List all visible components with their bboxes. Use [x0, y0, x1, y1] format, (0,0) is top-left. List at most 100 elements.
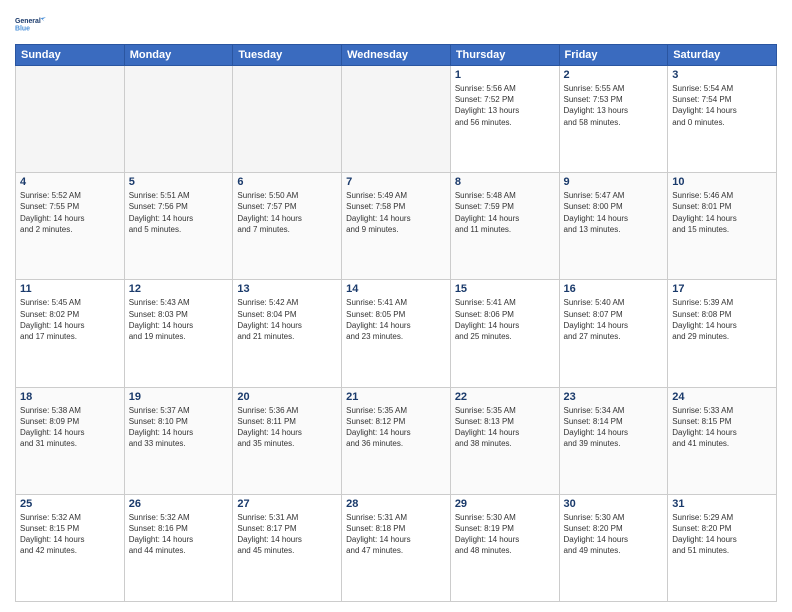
weekday-header-saturday: Saturday: [668, 45, 777, 66]
calendar-cell: [124, 66, 233, 173]
day-number: 6: [237, 176, 337, 188]
day-number: 16: [564, 283, 664, 295]
day-info: Sunrise: 5:32 AM Sunset: 8:15 PM Dayligh…: [20, 512, 120, 557]
day-number: 13: [237, 283, 337, 295]
day-number: 29: [455, 498, 555, 510]
weekday-header-wednesday: Wednesday: [342, 45, 451, 66]
calendar-cell: 17 Sunrise: 5:39 AM Sunset: 8:08 PM Dayli…: [668, 280, 777, 387]
day-number: 2: [564, 69, 664, 81]
day-info: Sunrise: 5:56 AM Sunset: 7:52 PM Dayligh…: [455, 83, 555, 128]
day-info: Sunrise: 5:48 AM Sunset: 7:59 PM Dayligh…: [455, 190, 555, 235]
calendar-cell: 22Sunrise: 5:35 AM Sunset: 8:13 PM Dayli…: [450, 387, 559, 494]
day-number: 25: [20, 498, 120, 510]
day-number: 31: [672, 498, 772, 510]
day-info: Sunrise: 5:52 AM Sunset: 7:55 PM Dayligh…: [20, 190, 120, 235]
day-info: Sunrise: 5:46 AM Sunset: 8:01 PM Dayligh…: [672, 190, 772, 235]
day-number: 21: [346, 391, 446, 403]
calendar-cell: 21 Sunrise: 5:35 AM Sunset: 8:12 PM Dayli…: [342, 387, 451, 494]
calendar-cell: [233, 66, 342, 173]
calendar-cell: 19Sunrise: 5:37 AM Sunset: 8:10 PM Dayli…: [124, 387, 233, 494]
day-number: 9: [564, 176, 664, 188]
calendar-cell: 14Sunrise: 5:41 AM Sunset: 8:05 PM Dayli…: [342, 280, 451, 387]
day-number: 20: [237, 391, 337, 403]
calendar-cell: 4 Sunrise: 5:52 AM Sunset: 7:55 PM Daylig…: [16, 173, 125, 280]
day-info: Sunrise: 5:43 AM Sunset: 8:03 PM Dayligh…: [129, 297, 229, 342]
calendar-cell: [16, 66, 125, 173]
calendar-cell: 5 Sunrise: 5:51 AM Sunset: 7:56 PM Daylig…: [124, 173, 233, 280]
day-number: 23: [564, 391, 664, 403]
calendar-cell: 3Sunrise: 5:54 AM Sunset: 7:54 PM Daylig…: [668, 66, 777, 173]
weekday-header-monday: Monday: [124, 45, 233, 66]
day-number: 14: [346, 283, 446, 295]
day-number: 10: [672, 176, 772, 188]
logo: GeneralBlue: [15, 10, 47, 38]
day-number: 8: [455, 176, 555, 188]
svg-text:General: General: [15, 18, 41, 25]
day-info: Sunrise: 5:40 AM Sunset: 8:07 PM Dayligh…: [564, 297, 664, 342]
calendar-cell: 20 Sunrise: 5:36 AM Sunset: 8:11 PM Dayli…: [233, 387, 342, 494]
day-info: Sunrise: 5:49 AM Sunset: 7:58 PM Dayligh…: [346, 190, 446, 235]
day-info: Sunrise: 5:30 AM Sunset: 8:20 PM Dayligh…: [564, 512, 664, 557]
day-info: Sunrise: 5:55 AM Sunset: 7:53 PM Dayligh…: [564, 83, 664, 128]
day-number: 24: [672, 391, 772, 403]
day-info: Sunrise: 5:33 AM Sunset: 8:15 PM Dayligh…: [672, 405, 772, 450]
calendar-cell: 8 Sunrise: 5:48 AM Sunset: 7:59 PM Daylig…: [450, 173, 559, 280]
svg-text:Blue: Blue: [15, 25, 30, 32]
week-row-2: 4 Sunrise: 5:52 AM Sunset: 7:55 PM Daylig…: [16, 173, 777, 280]
calendar-cell: 25 Sunrise: 5:32 AM Sunset: 8:15 PM Dayli…: [16, 494, 125, 601]
day-number: 15: [455, 283, 555, 295]
calendar-cell: 13 Sunrise: 5:42 AM Sunset: 8:04 PM Dayli…: [233, 280, 342, 387]
week-row-1: 1 Sunrise: 5:56 AM Sunset: 7:52 PM Daylig…: [16, 66, 777, 173]
day-info: Sunrise: 5:34 AM Sunset: 8:14 PM Dayligh…: [564, 405, 664, 450]
calendar-cell: 26Sunrise: 5:32 AM Sunset: 8:16 PM Dayli…: [124, 494, 233, 601]
calendar-cell: 1 Sunrise: 5:56 AM Sunset: 7:52 PM Daylig…: [450, 66, 559, 173]
day-number: 1: [455, 69, 555, 81]
calendar-cell: 23 Sunrise: 5:34 AM Sunset: 8:14 PM Dayli…: [559, 387, 668, 494]
day-info: Sunrise: 5:50 AM Sunset: 7:57 PM Dayligh…: [237, 190, 337, 235]
week-row-4: 18 Sunrise: 5:38 AM Sunset: 8:09 PM Dayli…: [16, 387, 777, 494]
calendar-cell: 16 Sunrise: 5:40 AM Sunset: 8:07 PM Dayli…: [559, 280, 668, 387]
calendar-cell: 24 Sunrise: 5:33 AM Sunset: 8:15 PM Dayli…: [668, 387, 777, 494]
day-info: Sunrise: 5:51 AM Sunset: 7:56 PM Dayligh…: [129, 190, 229, 235]
day-number: 18: [20, 391, 120, 403]
calendar-cell: 27 Sunrise: 5:31 AM Sunset: 8:17 PM Dayli…: [233, 494, 342, 601]
calendar-cell: 11Sunrise: 5:45 AM Sunset: 8:02 PM Dayli…: [16, 280, 125, 387]
day-number: 12: [129, 283, 229, 295]
day-info: Sunrise: 5:31 AM Sunset: 8:17 PM Dayligh…: [237, 512, 337, 557]
day-info: Sunrise: 5:47 AM Sunset: 8:00 PM Dayligh…: [564, 190, 664, 235]
calendar-cell: 10 Sunrise: 5:46 AM Sunset: 8:01 PM Dayli…: [668, 173, 777, 280]
day-info: Sunrise: 5:42 AM Sunset: 8:04 PM Dayligh…: [237, 297, 337, 342]
calendar-cell: 18 Sunrise: 5:38 AM Sunset: 8:09 PM Dayli…: [16, 387, 125, 494]
weekday-header-row: SundayMondayTuesdayWednesdayThursdayFrid…: [16, 45, 777, 66]
day-info: Sunrise: 5:35 AM Sunset: 8:12 PM Dayligh…: [346, 405, 446, 450]
day-number: 30: [564, 498, 664, 510]
day-number: 7: [346, 176, 446, 188]
day-number: 11: [20, 283, 120, 295]
logo-icon: GeneralBlue: [15, 10, 47, 38]
day-info: Sunrise: 5:32 AM Sunset: 8:16 PM Dayligh…: [129, 512, 229, 557]
day-info: Sunrise: 5:29 AM Sunset: 8:20 PM Dayligh…: [672, 512, 772, 557]
calendar-cell: 9 Sunrise: 5:47 AM Sunset: 8:00 PM Daylig…: [559, 173, 668, 280]
calendar-cell: 12 Sunrise: 5:43 AM Sunset: 8:03 PM Dayli…: [124, 280, 233, 387]
calendar-cell: 29Sunrise: 5:30 AM Sunset: 8:19 PM Dayli…: [450, 494, 559, 601]
calendar-cell: [342, 66, 451, 173]
day-info: Sunrise: 5:39 AM Sunset: 8:08 PM Dayligh…: [672, 297, 772, 342]
calendar-cell: 15Sunrise: 5:41 AM Sunset: 8:06 PM Dayli…: [450, 280, 559, 387]
weekday-header-sunday: Sunday: [16, 45, 125, 66]
day-number: 3: [672, 69, 772, 81]
week-row-5: 25 Sunrise: 5:32 AM Sunset: 8:15 PM Dayli…: [16, 494, 777, 601]
calendar-cell: 7 Sunrise: 5:49 AM Sunset: 7:58 PM Daylig…: [342, 173, 451, 280]
day-info: Sunrise: 5:36 AM Sunset: 8:11 PM Dayligh…: [237, 405, 337, 450]
day-number: 27: [237, 498, 337, 510]
day-info: Sunrise: 5:38 AM Sunset: 8:09 PM Dayligh…: [20, 405, 120, 450]
calendar-cell: 28Sunrise: 5:31 AM Sunset: 8:18 PM Dayli…: [342, 494, 451, 601]
calendar-cell: 2 Sunrise: 5:55 AM Sunset: 7:53 PM Daylig…: [559, 66, 668, 173]
day-number: 28: [346, 498, 446, 510]
day-number: 4: [20, 176, 120, 188]
day-info: Sunrise: 5:35 AM Sunset: 8:13 PM Dayligh…: [455, 405, 555, 450]
day-number: 5: [129, 176, 229, 188]
calendar-table: SundayMondayTuesdayWednesdayThursdayFrid…: [15, 44, 777, 602]
page: GeneralBlue SundayMondayTuesdayWednesday…: [0, 0, 792, 612]
week-row-3: 11Sunrise: 5:45 AM Sunset: 8:02 PM Dayli…: [16, 280, 777, 387]
day-number: 17: [672, 283, 772, 295]
